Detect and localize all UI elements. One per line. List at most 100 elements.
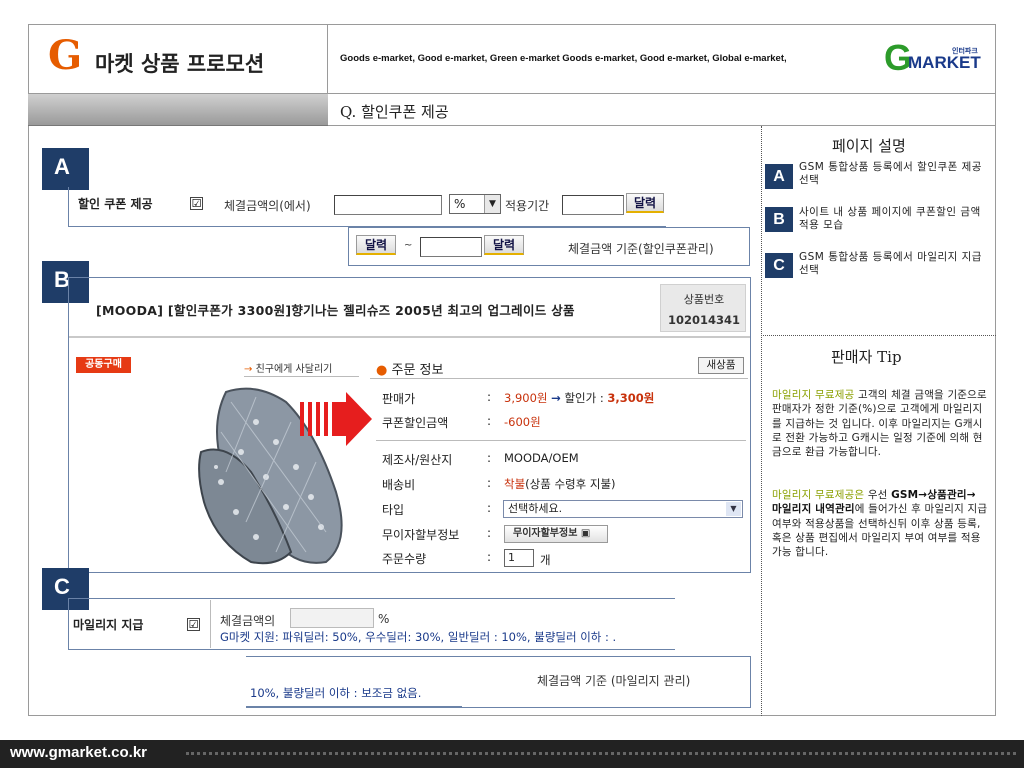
shipping-value: 착불(상품 수령후 지불): [504, 476, 616, 492]
original-price: 3,900원: [504, 391, 548, 405]
product-number-box: 상품번호 102014341: [660, 284, 746, 332]
tip-paragraph-2: 마일리지 무료제공은 우선 GSM→상품관리→ 마일리지 내역관리에 들어가신 …: [772, 488, 988, 559]
coupon-label: 할인 쿠폰 제공: [78, 197, 153, 211]
tilde: ~: [404, 240, 413, 251]
page-title: 마켓 상품 프로모션: [95, 51, 265, 76]
footer-dots: [186, 752, 1016, 755]
calendar-button-mid[interactable]: 달력: [356, 235, 396, 255]
bullet-icon: ●: [376, 363, 388, 378]
quantity-unit: 개: [540, 553, 551, 567]
tip1-highlight: 마일리지 무료제공: [772, 389, 855, 401]
gmarket-logo-g: G: [48, 32, 83, 79]
tagline: Goods e-market, Good e-market, Green e-m…: [340, 53, 787, 64]
coupon-amount-input[interactable]: [334, 195, 442, 215]
unit-value: %: [454, 197, 466, 211]
gmarket-logo-text: MARKET: [908, 53, 981, 72]
installment-button-label: 무이자할부정보: [513, 528, 578, 539]
coupon-discount-value: -600원: [504, 414, 541, 430]
tip2-highlight: 마일리지 무료제공은: [772, 489, 865, 501]
discount-label: 할인가 :: [564, 391, 604, 405]
coupon-amount-label: 체결금액의(에서): [224, 199, 311, 213]
chevron-down-icon: ▼: [484, 195, 500, 213]
product-number: 102014341: [667, 313, 740, 327]
order-info-title: 주문 정보: [391, 363, 444, 378]
maker-label: 제조사/원산지: [382, 453, 453, 467]
calendar-button-start[interactable]: 달력: [626, 193, 664, 213]
support-underline: [246, 706, 462, 707]
maker-value: MOODA/OEM: [504, 451, 579, 465]
mileage-checkbox[interactable]: ☑: [187, 618, 200, 631]
coupon-discount-amount: -600원: [504, 415, 541, 429]
coupon-checkbox[interactable]: ☑: [190, 197, 203, 210]
friend-link[interactable]: → 친구에게 사달리기: [244, 360, 332, 375]
red-arrow-icon: [300, 392, 372, 446]
tip-paragraph-1: 마일리지 무료제공 고객의 체결 금액을 기준으로 판매자가 정한 기준(%)으…: [772, 388, 988, 459]
quantity-label: 주문수량: [382, 552, 427, 566]
desc-badge-a: A: [765, 164, 793, 189]
tip-divider: [763, 335, 996, 336]
right-panel-divider: [761, 126, 762, 716]
desc-badge-b: B: [765, 207, 793, 232]
type-select[interactable]: 선택하세요. ▼: [503, 500, 743, 518]
colon-6: :: [487, 526, 492, 540]
shipping-cod: 착불: [504, 477, 526, 491]
type-select-value: 선택하세요.: [508, 502, 563, 515]
desc-text-b: 사이트 내 상품 페이지에 쿠폰할인 금액 적용 모습: [799, 206, 981, 231]
arrow-icon: →: [551, 391, 561, 405]
price-label: 판매가: [382, 392, 416, 406]
tip2-mid: 우선: [864, 489, 892, 501]
mileage-support-continued: 10%, 불량딜러 이하 : 보조금 없음.: [250, 686, 422, 700]
price-value: 3,900원 → 할인가 : 3,300원: [504, 390, 654, 406]
new-product-badge: 새상품: [698, 357, 744, 374]
colon-2: :: [487, 414, 492, 428]
mileage-divider: [210, 600, 211, 648]
coupon-basis: 체결금액 기준(할인쿠폰관리): [568, 242, 714, 256]
page-desc-title: 페이지 설명: [832, 137, 906, 155]
colon-7: :: [487, 550, 492, 564]
desc-badge-c: C: [765, 253, 793, 278]
colon-4: :: [487, 476, 492, 490]
order-info-header: ● 주문 정보: [376, 359, 443, 378]
calendar-button-end[interactable]: 달력: [484, 235, 524, 255]
footer-bar: www.gmarket.co.kr: [0, 740, 1024, 768]
installment-label: 무이자할부정보: [382, 528, 460, 542]
order-divider: [370, 378, 748, 379]
mileage-unit: %: [378, 612, 390, 626]
mileage-basis: 체결금액 기준 (마일리지 관리): [537, 674, 691, 688]
desc-text-a: GSM 통합상품 등록에서 할인쿠폰 제공 선택: [799, 161, 982, 186]
period-end-input[interactable]: [420, 237, 482, 257]
section-a-badge: A: [42, 148, 89, 190]
desc-text-c: GSM 통합상품 등록에서 마일리지 지급 선택: [799, 251, 982, 276]
discount-price: 3,300원: [607, 391, 655, 405]
quantity-input[interactable]: 1: [504, 549, 534, 567]
arrow-right-icon: →: [244, 364, 253, 375]
product-title: [MOODA] [할인쿠폰가 3300원]향기나는 젤리슈즈 2005년 최고의…: [96, 303, 575, 318]
type-label: 타입: [382, 503, 405, 517]
colon-5: :: [487, 501, 492, 515]
interpark-label: 인터파크: [952, 47, 978, 55]
friend-link-text: 친구에게 사달리기: [255, 364, 333, 375]
period-label: 적용기간: [505, 199, 550, 213]
coupon-unit-select[interactable]: % ▼: [449, 194, 501, 214]
chevron-down-icon: ▼: [726, 502, 741, 516]
title-divider: [69, 336, 750, 338]
row-divider: [376, 440, 746, 441]
question-text: Q. 할인쿠폰 제공: [340, 103, 449, 121]
mileage-support: G마켓 지원: 파워딜러: 50%, 우수딜러: 30%, 일반딜러 : 10%…: [220, 630, 617, 644]
grey-gradient-bar: [28, 94, 328, 126]
colon-1: :: [487, 390, 492, 404]
product-number-label: 상품번호: [683, 293, 725, 306]
footer-url[interactable]: www.gmarket.co.kr: [10, 744, 147, 761]
coupon-discount-label: 쿠폰할인금액: [382, 416, 449, 430]
mileage-amount-input[interactable]: [290, 608, 374, 628]
shipping-label: 배송비: [382, 478, 416, 492]
installment-button[interactable]: 무이자할부정보 ▣: [504, 525, 608, 543]
period-start-input[interactable]: [562, 195, 624, 215]
group-buy-tag[interactable]: 공동구매: [76, 357, 131, 373]
seller-tip-title: 판매자 Tip: [831, 348, 902, 366]
mileage-label: 마일리지 지급: [73, 618, 144, 632]
colon-3: :: [487, 451, 492, 465]
play-icon: ▣: [580, 528, 591, 539]
shipping-note: (상품 수령후 지불): [525, 477, 616, 491]
mileage-amount-label: 체결금액의: [220, 614, 276, 628]
